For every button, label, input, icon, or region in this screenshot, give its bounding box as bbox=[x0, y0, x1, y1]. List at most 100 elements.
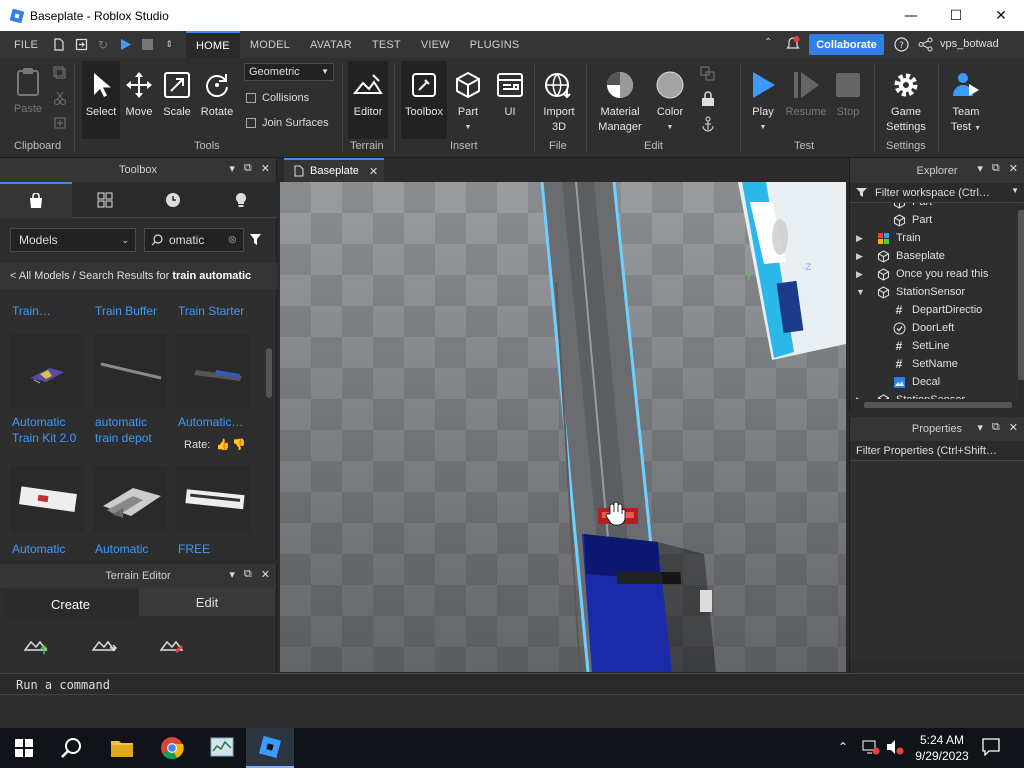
material-manager-button[interactable]: Material Manager bbox=[594, 61, 646, 135]
explorer-tree-row[interactable]: # DepartDirectio bbox=[892, 301, 983, 319]
tab-avatar[interactable]: AVATAR bbox=[300, 31, 362, 58]
collapse-ribbon-icon[interactable]: ⌃ bbox=[764, 37, 772, 48]
group-icon[interactable] bbox=[700, 66, 716, 85]
scale-tool-button[interactable]: Scale bbox=[158, 61, 196, 120]
minimize-button[interactable]: — bbox=[888, 0, 934, 31]
show-hidden-icons-icon[interactable]: ⌃ bbox=[838, 740, 848, 754]
explorer-tree-row[interactable]: Decal bbox=[892, 373, 940, 391]
rotate-tool-button[interactable]: Rotate bbox=[197, 61, 237, 120]
toolbox-scrollbar[interactable] bbox=[266, 348, 272, 398]
tab-baseplate[interactable]: Baseplate ✕ bbox=[284, 158, 384, 182]
action-center-icon[interactable] bbox=[982, 738, 1000, 759]
collaborate-button[interactable]: Collaborate bbox=[809, 34, 884, 55]
scrollbar-thumb[interactable] bbox=[1018, 210, 1024, 380]
maximize-button[interactable]: ☐ bbox=[933, 0, 979, 31]
expand-arrow-icon[interactable]: ▶ bbox=[856, 233, 868, 244]
chrome-taskbar-button[interactable] bbox=[148, 728, 196, 768]
result-title[interactable]: Automatic… bbox=[178, 414, 243, 430]
explorer-tree-row[interactable]: ▶ Baseplate bbox=[856, 247, 945, 265]
customize-quick-access-icon[interactable]: ⇕ bbox=[158, 31, 180, 58]
clear-search-icon[interactable]: ⊗ bbox=[228, 233, 237, 246]
result-thumbnail[interactable] bbox=[176, 334, 250, 408]
tab-creations[interactable] bbox=[208, 182, 274, 218]
start-button[interactable] bbox=[0, 728, 48, 768]
game-settings-button[interactable]: Game Settings bbox=[880, 61, 932, 135]
close-icon[interactable]: ✕ bbox=[1009, 162, 1018, 175]
team-test-button[interactable]: Team Test ▼ bbox=[944, 61, 988, 136]
file-explorer-taskbar-button[interactable] bbox=[98, 728, 146, 768]
result-title[interactable]: Train Buffer bbox=[95, 304, 157, 318]
filter-icon[interactable] bbox=[249, 233, 262, 249]
lock-icon[interactable] bbox=[701, 91, 715, 110]
result-title[interactable]: Automatic bbox=[12, 542, 65, 556]
select-tool-button[interactable]: Select bbox=[82, 61, 120, 139]
clear-terrain-icon[interactable] bbox=[159, 634, 186, 659]
duplicate-icon[interactable] bbox=[53, 116, 67, 133]
undock-icon[interactable]: ⧉ bbox=[244, 568, 252, 581]
redo-icon[interactable]: ↻ bbox=[92, 31, 114, 58]
scrollbar-thumb[interactable] bbox=[864, 402, 1012, 408]
properties-filter-input[interactable]: Filter Properties (Ctrl+Shift… bbox=[850, 441, 1024, 461]
chevron-down-icon[interactable]: ▾ bbox=[229, 162, 235, 175]
copy-icon[interactable] bbox=[53, 66, 67, 83]
result-title[interactable]: Train Starter bbox=[178, 304, 244, 318]
explorer-tree-row[interactable]: # SetLine bbox=[892, 337, 950, 355]
join-surfaces-checkbox[interactable]: Join Surfaces bbox=[246, 117, 329, 129]
expand-arrow-icon[interactable]: ▶ bbox=[856, 269, 868, 280]
username[interactable]: vps_botwad bbox=[940, 38, 999, 50]
result-title[interactable]: Automatic bbox=[95, 542, 148, 556]
task-manager-taskbar-button[interactable] bbox=[198, 728, 246, 768]
tab-recent[interactable] bbox=[138, 182, 208, 218]
result-title[interactable]: Automatic Train Kit 2.0 bbox=[12, 414, 76, 446]
network-icon[interactable] bbox=[862, 739, 880, 758]
tab-model[interactable]: MODEL bbox=[240, 31, 300, 58]
tab-home[interactable]: HOME bbox=[186, 31, 240, 58]
help-icon[interactable]: ? bbox=[894, 37, 909, 55]
chevron-down-icon[interactable]: ▾ bbox=[977, 162, 983, 175]
result-thumbnail[interactable] bbox=[176, 466, 250, 532]
command-bar-input[interactable]: Run a command bbox=[0, 673, 1024, 695]
explorer-tree-row[interactable]: ▶StationSensor bbox=[856, 391, 965, 399]
explorer-tree-row[interactable]: # SetName bbox=[892, 355, 958, 373]
resume-button[interactable]: Resume bbox=[784, 61, 828, 120]
explorer-scrollbar[interactable] bbox=[1018, 206, 1024, 400]
part-button[interactable]: Part ▼ bbox=[450, 61, 486, 135]
search-input[interactable]: omatic bbox=[169, 233, 204, 247]
result-thumbnail[interactable] bbox=[93, 334, 167, 408]
result-title[interactable]: FREE bbox=[178, 542, 210, 556]
stop-quick-icon[interactable] bbox=[136, 31, 158, 58]
result-thumbnail[interactable] bbox=[10, 334, 84, 408]
explorer-tree-row[interactable]: ▶ Once you read this bbox=[856, 265, 988, 283]
expand-arrow-icon[interactable]: ▶ bbox=[856, 251, 868, 262]
terrain-editor-button[interactable]: Editor bbox=[348, 61, 388, 139]
result-thumbnail[interactable] bbox=[10, 466, 84, 532]
explorer-filter-input[interactable]: Filter workspace (Ctrl… ▼ bbox=[850, 183, 1024, 203]
import-terrain-icon[interactable] bbox=[91, 634, 118, 659]
chevron-down-icon[interactable]: ▼ bbox=[1011, 186, 1019, 195]
new-file-icon[interactable] bbox=[48, 31, 70, 58]
result-thumbnail[interactable] bbox=[93, 466, 167, 532]
explorer-tree-row[interactable]: ▼ StationSensor bbox=[856, 283, 965, 301]
close-window-button[interactable]: ✕ bbox=[978, 0, 1024, 31]
collapse-arrow-icon[interactable]: ▼ bbox=[856, 287, 868, 297]
explorer-tree-row[interactable]: Part bbox=[892, 203, 932, 211]
play-button[interactable]: Play ▼ bbox=[744, 61, 782, 135]
category-dropdown[interactable]: Models ⌄ bbox=[10, 228, 136, 252]
collisions-checkbox[interactable]: Collisions bbox=[246, 92, 309, 104]
close-tab-icon[interactable]: ✕ bbox=[369, 165, 378, 178]
chevron-down-icon[interactable]: ▾ bbox=[229, 568, 235, 581]
breadcrumb[interactable]: < All Models / Search Results for train … bbox=[0, 263, 277, 289]
tab-test[interactable]: TEST bbox=[362, 31, 411, 58]
notifications-icon[interactable] bbox=[786, 36, 800, 54]
publish-icon[interactable] bbox=[70, 31, 92, 58]
3d-viewport[interactable]: Y -Z bbox=[280, 182, 846, 672]
close-icon[interactable]: ✕ bbox=[261, 162, 270, 175]
search-box[interactable]: omatic ⊗ bbox=[144, 228, 244, 252]
search-button[interactable] bbox=[48, 728, 96, 768]
generate-terrain-icon[interactable] bbox=[23, 634, 50, 659]
thumbs-down-icon[interactable]: 👎 bbox=[232, 438, 246, 451]
explorer-tree-row[interactable]: Part bbox=[892, 211, 932, 229]
tab-view[interactable]: VIEW bbox=[411, 31, 460, 58]
undock-icon[interactable]: ⧉ bbox=[992, 162, 1000, 175]
stop-button[interactable]: Stop bbox=[830, 61, 866, 120]
